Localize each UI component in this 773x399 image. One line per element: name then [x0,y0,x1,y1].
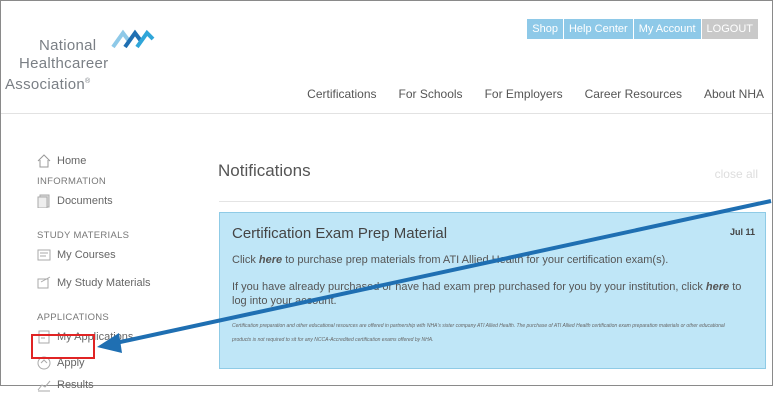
page-frame: National Healthcareer Association® Shop … [0,0,773,392]
annotation-arrow-icon [97,199,772,353]
